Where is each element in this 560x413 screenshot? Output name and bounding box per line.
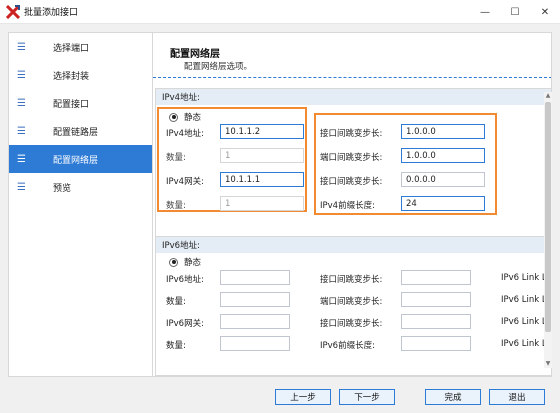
ipv6-port-step-input[interactable] — [401, 292, 471, 307]
ipv6-gateway-count-input[interactable] — [220, 336, 290, 351]
footer-bar: 上一步 下一步 完成 退出 — [0, 381, 560, 413]
ipv6-prefix-label: IPv6前缀长度: — [320, 341, 375, 351]
page-title: 配置网络层 — [170, 49, 220, 60]
ipv4-gateway-input[interactable] — [220, 172, 304, 187]
ipv4-gateway-count-input[interactable] — [220, 196, 304, 211]
ipv6-gateway-step-label: 接口间跳变步长: — [320, 319, 383, 329]
ipv4-group-header: IPv4地址: — [156, 89, 551, 105]
next-button[interactable]: 下一步 — [339, 389, 395, 405]
radio-label: 静态 — [184, 258, 202, 268]
ipv4-address-label: IPv4地址: — [166, 129, 204, 139]
ipv4-gateway-step-input[interactable] — [401, 172, 485, 187]
ipv6-interface-step-input[interactable] — [401, 270, 471, 285]
window-title: 批量添加接口 — [24, 8, 79, 18]
list-icon: ☰ — [17, 153, 26, 165]
divider — [153, 77, 551, 78]
scroll-up-arrow-icon[interactable]: ▲ — [544, 92, 552, 100]
sidebar-item-label: 选择封装 — [53, 71, 90, 82]
radio-button[interactable] — [169, 257, 178, 267]
ipv4-port-step-input[interactable] — [401, 148, 485, 163]
radio-label: 静态 — [184, 113, 202, 123]
ipv4-static-radio[interactable]: 静态 — [169, 111, 201, 123]
wizard-step-sidebar: ☰ 选择端口 ☰ 选择封装 ☰ 配置接口 ☰ 配置链路层 ☰ 配置网络层 ☰ 预… — [8, 32, 153, 377]
minimize-button[interactable]: — — [470, 0, 500, 24]
ipv6-gateway-count-label: 数量: — [166, 341, 186, 351]
list-icon: ☰ — [17, 69, 26, 81]
ipv6-interface-step-label: 接口间跳变步长: — [320, 275, 383, 285]
list-icon: ☰ — [17, 125, 26, 137]
sidebar-item-label: 预览 — [53, 183, 72, 194]
page-subtitle: 配置网络层选项。 — [184, 62, 253, 72]
ipv6-address-label: IPv6地址: — [166, 275, 204, 285]
ipv4-address-input[interactable] — [220, 124, 304, 139]
sidebar-item-config-network-layer[interactable]: ☰ 配置网络层 — [9, 145, 152, 173]
ipv6-port-step-label: 端口间跳变步长: — [320, 297, 383, 307]
list-icon: ☰ — [17, 181, 26, 193]
ipv4-gateway-count-label: 数量: — [166, 201, 186, 211]
ipv6-gateway-input[interactable] — [220, 314, 290, 329]
list-icon: ☰ — [17, 97, 26, 109]
sidebar-item-label: 配置链路层 — [53, 127, 99, 138]
ipv4-prefix-label: IPv4前缀长度: — [320, 201, 375, 211]
ipv6-count-label: 数量: — [166, 297, 186, 307]
title-bar: 批量添加接口 — ☐ ✕ — [0, 0, 560, 24]
ipv6-gateway-step-input[interactable] — [401, 314, 471, 329]
ipv4-gateway-label: IPv4网关: — [166, 177, 204, 187]
close-button[interactable]: ✕ — [530, 0, 560, 24]
radio-button[interactable] — [169, 112, 178, 122]
sidebar-item-select-encapsulation[interactable]: ☰ 选择封装 — [9, 61, 152, 89]
sidebar-item-label: 选择端口 — [53, 43, 90, 54]
ipv4-count-label: 数量: — [166, 153, 186, 163]
ipv4-count-input[interactable] — [220, 148, 304, 163]
ipv4-prefix-input[interactable] — [401, 196, 485, 211]
maximize-button[interactable]: ☐ — [500, 0, 530, 24]
content-panel: 配置网络层 配置网络层选项。 IPv4地址: 静态 IPv4地址: 数量: IP… — [153, 32, 552, 377]
ipv4-interface-step-label: 接口间跳变步长: — [320, 129, 383, 139]
sidebar-item-preview[interactable]: ☰ 预览 — [9, 173, 152, 201]
ipv4-gateway-step-label: 接口间跳变步长: — [320, 177, 383, 187]
ipv6-address-input[interactable] — [220, 270, 290, 285]
sidebar-item-config-link-layer[interactable]: ☰ 配置链路层 — [9, 117, 152, 145]
sidebar-item-config-interface[interactable]: ☰ 配置接口 — [9, 89, 152, 117]
scroll-thumb[interactable] — [545, 102, 551, 332]
app-logo-icon — [6, 4, 20, 19]
ipv6-prefix-input[interactable] — [401, 336, 471, 351]
content-scrollbar[interactable]: ▲ ▼ — [544, 92, 552, 368]
list-icon: ☰ — [17, 41, 26, 53]
ipv6-count-input[interactable] — [220, 292, 290, 307]
sidebar-item-label: 配置接口 — [53, 99, 90, 110]
exit-button[interactable]: 退出 — [489, 389, 545, 405]
ipv4-interface-step-input[interactable] — [401, 124, 485, 139]
sidebar-item-select-port[interactable]: ☰ 选择端口 — [9, 33, 152, 61]
ipv6-gateway-label: IPv6网关: — [166, 319, 204, 329]
finish-button[interactable]: 完成 — [425, 389, 481, 405]
ipv4-port-step-label: 端口间跳变步长: — [320, 153, 383, 163]
ipv6-group-header: IPv6地址: — [156, 237, 551, 253]
scroll-down-arrow-icon[interactable]: ▼ — [544, 360, 552, 368]
ipv6-static-radio[interactable]: 静态 — [169, 256, 201, 268]
sidebar-item-label: 配置网络层 — [53, 155, 99, 166]
previous-button[interactable]: 上一步 — [275, 389, 331, 405]
